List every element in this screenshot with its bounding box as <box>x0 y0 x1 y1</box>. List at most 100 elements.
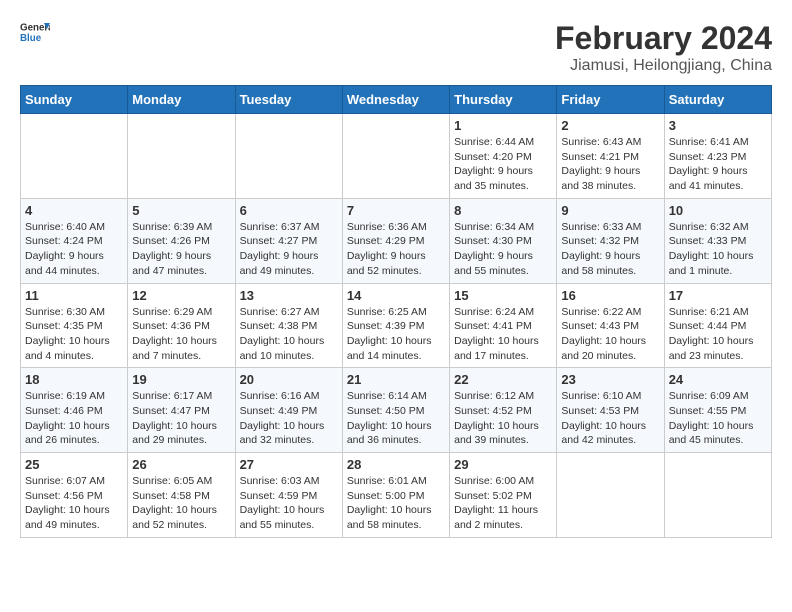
calendar-cell: 7 Sunrise: 6:36 AM Sunset: 4:29 PM Daylig… <box>342 198 449 283</box>
header: General Blue February 2024 Jiamusi, Heil… <box>20 20 772 75</box>
day-info: Sunrise: 6:37 AM Sunset: 4:27 PM Dayligh… <box>240 220 338 279</box>
month-year: February 2024 <box>555 20 772 57</box>
calendar-cell: 18 Sunrise: 6:19 AM Sunset: 4:46 PM Dayli… <box>21 368 128 453</box>
day-number: 8 <box>454 203 552 218</box>
day-info: Sunrise: 6:14 AM Sunset: 4:50 PM Dayligh… <box>347 389 445 448</box>
calendar-cell: 3 Sunrise: 6:41 AM Sunset: 4:23 PM Daylig… <box>664 114 771 199</box>
day-number: 20 <box>240 372 338 387</box>
day-info: Sunrise: 6:33 AM Sunset: 4:32 PM Dayligh… <box>561 220 659 279</box>
calendar-cell: 13 Sunrise: 6:27 AM Sunset: 4:38 PM Dayli… <box>235 283 342 368</box>
logo-icon: General Blue <box>20 20 50 44</box>
calendar-cell: 22Sunrise: 6:12 AM Sunset: 4:52 PM Dayli… <box>450 368 557 453</box>
day-info: Sunrise: 6:05 AM Sunset: 4:58 PM Dayligh… <box>132 474 230 533</box>
day-number: 17 <box>669 288 767 303</box>
calendar-cell: 23 Sunrise: 6:10 AM Sunset: 4:53 PM Dayli… <box>557 368 664 453</box>
day-info: Sunrise: 6:07 AM Sunset: 4:56 PM Dayligh… <box>25 474 123 533</box>
calendar-cell: 14 Sunrise: 6:25 AM Sunset: 4:39 PM Dayli… <box>342 283 449 368</box>
calendar-cell: 8 Sunrise: 6:34 AM Sunset: 4:30 PM Daylig… <box>450 198 557 283</box>
calendar-cell: 11 Sunrise: 6:30 AM Sunset: 4:35 PM Dayli… <box>21 283 128 368</box>
day-number: 19 <box>132 372 230 387</box>
calendar-cell: 2Sunrise: 6:43 AM Sunset: 4:21 PM Daylig… <box>557 114 664 199</box>
day-number: 13 <box>240 288 338 303</box>
day-number: 29 <box>454 457 552 472</box>
day-number: 21 <box>347 372 445 387</box>
col-header-monday: Monday <box>128 86 235 114</box>
calendar-cell: 19 Sunrise: 6:17 AM Sunset: 4:47 PM Dayli… <box>128 368 235 453</box>
day-info: Sunrise: 6:01 AM Sunset: 5:00 PM Dayligh… <box>347 474 445 533</box>
calendar-cell: 4 Sunrise: 6:40 AM Sunset: 4:24 PM Daylig… <box>21 198 128 283</box>
calendar-cell: 29 Sunrise: 6:00 AM Sunset: 5:02 PM Dayli… <box>450 453 557 538</box>
day-info: Sunrise: 6:10 AM Sunset: 4:53 PM Dayligh… <box>561 389 659 448</box>
calendar-cell: 28 Sunrise: 6:01 AM Sunset: 5:00 PM Dayli… <box>342 453 449 538</box>
day-info: Sunrise: 6:16 AM Sunset: 4:49 PM Dayligh… <box>240 389 338 448</box>
calendar-cell: 15 Sunrise: 6:24 AM Sunset: 4:41 PM Dayli… <box>450 283 557 368</box>
day-info: Sunrise: 6:32 AM Sunset: 4:33 PM Dayligh… <box>669 220 767 279</box>
calendar-cell <box>664 453 771 538</box>
calendar-cell: 16Sunrise: 6:22 AM Sunset: 4:43 PM Dayli… <box>557 283 664 368</box>
day-number: 4 <box>25 203 123 218</box>
day-info: Sunrise: 6:30 AM Sunset: 4:35 PM Dayligh… <box>25 305 123 364</box>
day-info: Sunrise: 6:17 AM Sunset: 4:47 PM Dayligh… <box>132 389 230 448</box>
calendar-cell: 12 Sunrise: 6:29 AM Sunset: 4:36 PM Dayli… <box>128 283 235 368</box>
title-area: February 2024 Jiamusi, Heilongjiang, Chi… <box>555 20 772 75</box>
day-info: Sunrise: 6:34 AM Sunset: 4:30 PM Dayligh… <box>454 220 552 279</box>
day-number: 9 <box>561 203 659 218</box>
calendar-cell: 6Sunrise: 6:37 AM Sunset: 4:27 PM Daylig… <box>235 198 342 283</box>
day-number: 24 <box>669 372 767 387</box>
day-number: 27 <box>240 457 338 472</box>
day-number: 10 <box>669 203 767 218</box>
day-info: Sunrise: 6:25 AM Sunset: 4:39 PM Dayligh… <box>347 305 445 364</box>
calendar-cell: 27 Sunrise: 6:03 AM Sunset: 4:59 PM Dayli… <box>235 453 342 538</box>
calendar-cell: 17 Sunrise: 6:21 AM Sunset: 4:44 PM Dayli… <box>664 283 771 368</box>
calendar-table: SundayMondayTuesdayWednesdayThursdayFrid… <box>20 85 772 538</box>
day-number: 3 <box>669 118 767 133</box>
calendar-cell <box>342 114 449 199</box>
day-number: 7 <box>347 203 445 218</box>
day-info: Sunrise: 6:44 AM Sunset: 4:20 PM Dayligh… <box>454 135 552 194</box>
calendar-cell <box>235 114 342 199</box>
logo: General Blue <box>20 20 50 44</box>
calendar-cell: 24Sunrise: 6:09 AM Sunset: 4:55 PM Dayli… <box>664 368 771 453</box>
day-info: Sunrise: 6:03 AM Sunset: 4:59 PM Dayligh… <box>240 474 338 533</box>
day-info: Sunrise: 6:27 AM Sunset: 4:38 PM Dayligh… <box>240 305 338 364</box>
day-info: Sunrise: 6:43 AM Sunset: 4:21 PM Dayligh… <box>561 135 659 194</box>
day-info: Sunrise: 6:36 AM Sunset: 4:29 PM Dayligh… <box>347 220 445 279</box>
svg-text:Blue: Blue <box>20 33 42 44</box>
day-info: Sunrise: 6:41 AM Sunset: 4:23 PM Dayligh… <box>669 135 767 194</box>
day-number: 15 <box>454 288 552 303</box>
day-number: 28 <box>347 457 445 472</box>
day-number: 14 <box>347 288 445 303</box>
col-header-wednesday: Wednesday <box>342 86 449 114</box>
day-number: 23 <box>561 372 659 387</box>
day-number: 11 <box>25 288 123 303</box>
day-info: Sunrise: 6:00 AM Sunset: 5:02 PM Dayligh… <box>454 474 552 533</box>
day-number: 18 <box>25 372 123 387</box>
col-header-friday: Friday <box>557 86 664 114</box>
day-number: 12 <box>132 288 230 303</box>
day-info: Sunrise: 6:29 AM Sunset: 4:36 PM Dayligh… <box>132 305 230 364</box>
day-info: Sunrise: 6:12 AM Sunset: 4:52 PM Dayligh… <box>454 389 552 448</box>
calendar-cell: 5Sunrise: 6:39 AM Sunset: 4:26 PM Daylig… <box>128 198 235 283</box>
day-info: Sunrise: 6:19 AM Sunset: 4:46 PM Dayligh… <box>25 389 123 448</box>
calendar-cell: 26 Sunrise: 6:05 AM Sunset: 4:58 PM Dayli… <box>128 453 235 538</box>
calendar-cell: 25 Sunrise: 6:07 AM Sunset: 4:56 PM Dayli… <box>21 453 128 538</box>
day-info: Sunrise: 6:24 AM Sunset: 4:41 PM Dayligh… <box>454 305 552 364</box>
day-number: 26 <box>132 457 230 472</box>
day-number: 25 <box>25 457 123 472</box>
col-header-sunday: Sunday <box>21 86 128 114</box>
day-info: Sunrise: 6:21 AM Sunset: 4:44 PM Dayligh… <box>669 305 767 364</box>
col-header-thursday: Thursday <box>450 86 557 114</box>
day-info: Sunrise: 6:40 AM Sunset: 4:24 PM Dayligh… <box>25 220 123 279</box>
calendar-cell: 1Sunrise: 6:44 AM Sunset: 4:20 PM Daylig… <box>450 114 557 199</box>
day-number: 5 <box>132 203 230 218</box>
location: Jiamusi, Heilongjiang, China <box>555 57 772 75</box>
calendar-cell: 9 Sunrise: 6:33 AM Sunset: 4:32 PM Daylig… <box>557 198 664 283</box>
calendar-cell <box>128 114 235 199</box>
calendar-cell <box>557 453 664 538</box>
col-header-saturday: Saturday <box>664 86 771 114</box>
calendar-cell: 21 Sunrise: 6:14 AM Sunset: 4:50 PM Dayli… <box>342 368 449 453</box>
calendar-cell <box>21 114 128 199</box>
col-header-tuesday: Tuesday <box>235 86 342 114</box>
calendar-cell: 20 Sunrise: 6:16 AM Sunset: 4:49 PM Dayli… <box>235 368 342 453</box>
day-info: Sunrise: 6:22 AM Sunset: 4:43 PM Dayligh… <box>561 305 659 364</box>
